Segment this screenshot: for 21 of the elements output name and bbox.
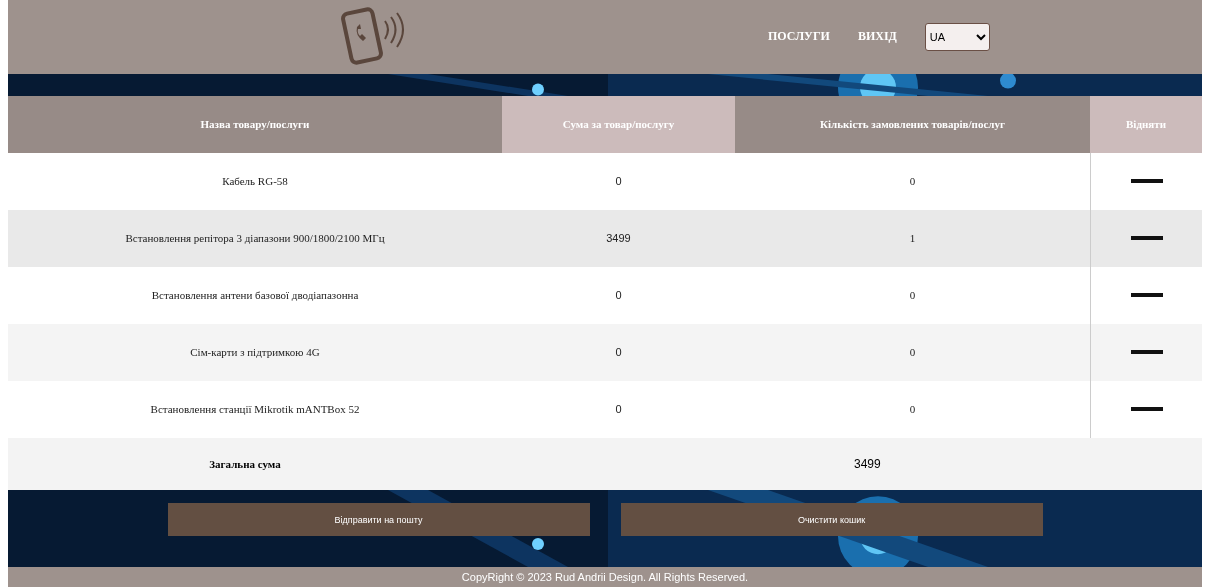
column-header: Сума за товар/послугу bbox=[502, 95, 735, 153]
remove-button[interactable] bbox=[1130, 179, 1163, 184]
clear-cart-button[interactable]: Очистити кошик bbox=[620, 503, 1043, 537]
table-cell: 1 bbox=[735, 209, 1090, 267]
language-select[interactable]: UA bbox=[924, 22, 990, 51]
column-header: Кількість замовлених товарів/послуг bbox=[735, 95, 1090, 153]
total-label: Загальна сума bbox=[208, 457, 282, 470]
table-cell: 3499 bbox=[502, 209, 735, 267]
table-cell: Сім-карти з підтримкою 4G bbox=[8, 323, 502, 381]
remove-button[interactable] bbox=[1130, 236, 1163, 241]
send-email-button[interactable]: Відправити на пошту bbox=[167, 503, 590, 537]
remove-button[interactable] bbox=[1130, 350, 1163, 355]
table-cell: 0 bbox=[735, 323, 1090, 381]
column-header: Відняти bbox=[1090, 95, 1202, 153]
column-header: Назва товару/послуги bbox=[8, 95, 502, 153]
remove-button[interactable] bbox=[1130, 407, 1163, 412]
remove-button[interactable] bbox=[1130, 293, 1163, 298]
total-value: 3499 bbox=[854, 456, 881, 471]
table-cell: 0 bbox=[502, 323, 735, 381]
table-cell: Встановлення репітора 3 діапазони 900/1800/2100 МГц bbox=[8, 209, 502, 267]
copyright-text: CopyRight © 2023 Rud Andrii Design. All Rights Reserved. bbox=[8, 567, 1202, 587]
